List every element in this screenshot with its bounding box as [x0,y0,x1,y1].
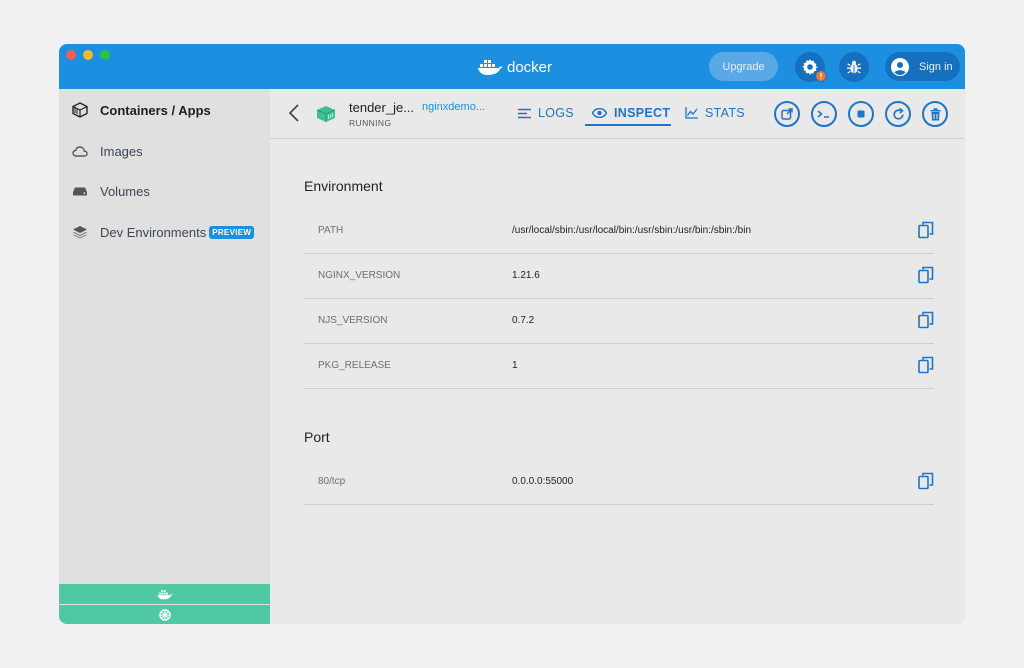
kubernetes-status-bar[interactable] [59,605,270,624]
tab-inspect[interactable]: INSPECT [592,101,670,125]
env-row: NJS_VERSION 0.7.2 [304,299,934,344]
sidebar-item-containers[interactable]: Containers / Apps [59,95,270,125]
port-row: 80/tcp 0.0.0.0:55000 [304,460,934,505]
chart-icon [685,107,698,119]
settings-button[interactable]: ! [795,52,827,82]
sidebar-item-label: Volumes [100,183,150,199]
sidebar-item-images[interactable]: Images [59,136,270,166]
copy-button[interactable] [918,356,934,374]
environment-title: Environment [304,178,383,194]
user-avatar-icon [891,57,909,76]
tab-label: STATS [705,106,745,120]
sign-in-button[interactable]: Sign in [885,52,960,81]
tab-label: LOGS [538,106,574,120]
copy-icon [918,221,934,239]
close-window-button[interactable] [66,50,76,60]
env-value: /usr/local/sbin:/usr/local/bin:/usr/sbin… [512,225,751,236]
copy-button[interactable] [918,472,934,490]
copy-icon [918,356,934,374]
brand-name: docker [507,58,553,76]
container-name: tender_je... [349,100,415,115]
chevron-left-icon [288,104,299,122]
copy-button[interactable] [918,221,934,239]
tab-stats[interactable]: STATS [685,101,745,125]
cloud-icon [72,143,88,159]
logs-icon [518,108,531,118]
copy-button[interactable] [918,266,934,284]
env-value: 1 [512,360,518,371]
env-row: PKG_RELEASE 1 [304,344,934,389]
env-key: NGINX_VERSION [318,270,401,281]
docker-logo: docker [477,56,552,78]
sidebar-item-volumes[interactable]: Volumes [59,176,270,206]
env-row: NGINX_VERSION 1.21.6 [304,254,934,299]
whale-icon [478,60,503,75]
minimize-window-button[interactable] [83,50,93,60]
env-key: NJS_VERSION [318,315,388,326]
sign-in-label: Sign in [919,60,953,73]
env-value: 1.21.6 [512,270,540,281]
stop-button[interactable] [848,101,874,127]
bug-icon [847,60,861,74]
sidebar-item-label: Containers / Apps [100,102,211,118]
sidebar-item-label: Dev Environments [100,224,207,240]
copy-button[interactable] [918,311,934,329]
engine-status-bar[interactable] [59,584,270,604]
env-key: PATH [318,225,344,236]
tab-logs[interactable]: LOGS [518,101,574,125]
back-button[interactable] [288,103,302,123]
terminal-icon [817,110,829,118]
warning-badge: ! [815,70,827,82]
eye-icon [592,108,607,118]
container-icon [316,105,336,128]
port-value: 0.0.0.0:55000 [512,476,574,487]
container-status: RUNNING [349,118,392,128]
container-image-link[interactable]: nginxdemo... [422,101,485,113]
external-link-icon [781,108,793,120]
layers-icon [72,224,88,240]
copy-icon [918,311,934,329]
volume-icon [72,183,88,199]
restart-icon [892,107,904,120]
container-header: tender_je... RUNNING nginxdemo... LOGS I… [270,89,965,139]
containers-icon [72,102,88,118]
whale-icon [157,589,173,599]
sidebar-item-dev-environments[interactable]: Dev Environments PREVIEW [59,217,270,247]
copy-icon [918,266,934,284]
docker-desktop-window: docker Upgrade ! Sign in Containers / Ap… [59,44,965,624]
port-title: Port [304,429,330,445]
delete-button[interactable] [922,101,948,127]
active-tab-indicator [585,124,671,126]
env-row: PATH /usr/local/sbin:/usr/local/bin:/usr… [304,209,934,254]
preview-badge: PREVIEW [209,225,255,239]
open-in-browser-button[interactable] [774,101,800,127]
env-key: PKG_RELEASE [318,360,391,371]
upgrade-button[interactable]: Upgrade [709,52,778,81]
stop-icon [857,110,865,118]
maximize-window-button[interactable] [100,50,110,60]
port-key: 80/tcp [318,476,346,487]
inspect-content: Environment PATH /usr/local/sbin:/usr/lo… [270,139,965,624]
copy-icon [918,472,934,490]
env-value: 0.7.2 [512,315,535,326]
cli-button[interactable] [811,101,837,127]
title-bar: docker Upgrade ! Sign in [59,44,965,89]
troubleshoot-button[interactable] [839,52,869,82]
restart-button[interactable] [885,101,911,127]
tab-label: INSPECT [614,106,671,120]
helm-icon [158,608,171,621]
trash-icon [930,107,940,120]
sidebar-item-label: Images [100,143,143,159]
sidebar: Containers / Apps Images Volumes Dev Env… [59,89,270,624]
